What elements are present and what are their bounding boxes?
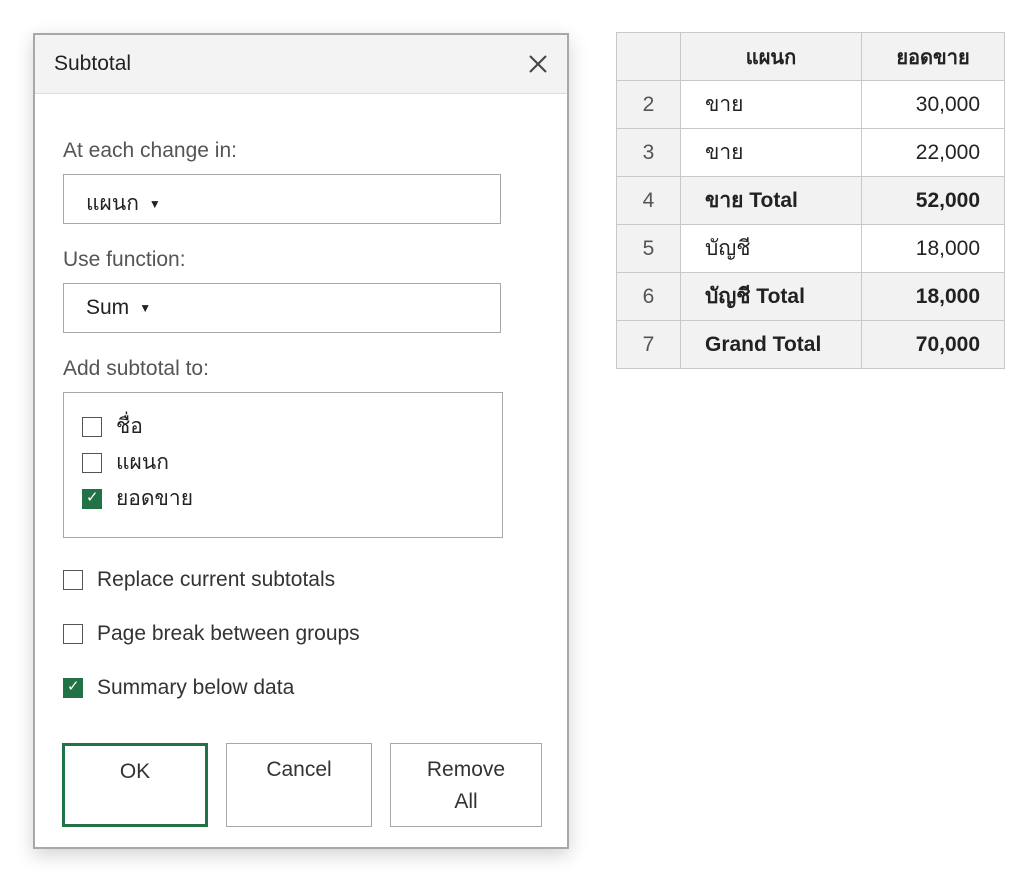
column-header-sales[interactable]: ยอดขาย bbox=[861, 32, 1005, 81]
ok-button[interactable]: OK bbox=[62, 743, 208, 827]
dialog-title: Subtotal bbox=[54, 52, 132, 75]
use-function-label: Use function: bbox=[63, 248, 186, 271]
dropdown-arrow-icon: ▼ bbox=[139, 301, 152, 315]
checkbox-label: Page break between groups bbox=[97, 622, 360, 645]
add-subtotal-item-sales[interactable]: ยอดขาย bbox=[82, 482, 193, 515]
checkbox-checked[interactable] bbox=[63, 677, 83, 698]
cancel-button[interactable]: Cancel bbox=[226, 743, 372, 827]
row-number[interactable]: 5 bbox=[616, 224, 681, 273]
checkbox-label: ชื่อ bbox=[116, 414, 143, 438]
replace-current-subtotals-option[interactable]: Replace current subtotals bbox=[63, 568, 335, 592]
table-row: 5 บัญชี 18,000 bbox=[616, 224, 1005, 273]
column-header-dept[interactable]: แผนก bbox=[680, 32, 862, 81]
spreadsheet-table: แผนก ยอดขาย 2 ขาย 30,000 3 ขาย 22,000 4 … bbox=[616, 32, 1005, 369]
close-icon[interactable] bbox=[523, 49, 553, 79]
at-each-change-value: แผนก bbox=[86, 191, 139, 215]
cancel-button-label: Cancel bbox=[266, 758, 332, 781]
at-each-change-dropdown[interactable]: แผนก ▼ bbox=[63, 174, 501, 224]
checkbox[interactable] bbox=[82, 416, 102, 437]
use-function-dropdown[interactable]: Sum ▼ bbox=[63, 283, 501, 333]
cell-sales[interactable]: 22,000 bbox=[861, 128, 1005, 177]
subtotal-dialog: Subtotal At each change in: แผนก ▼ Use fu… bbox=[33, 33, 569, 849]
cell-dept[interactable]: บัญชี Total bbox=[680, 272, 862, 321]
checkbox-label: ยอดขาย bbox=[116, 486, 194, 510]
add-subtotal-listbox[interactable]: ชื่อ แผนก ยอดขาย bbox=[63, 392, 503, 538]
header-row: แผนก ยอดขาย bbox=[616, 32, 1005, 81]
cell-dept[interactable]: ขาย bbox=[680, 128, 862, 177]
table-row-subtotal: 6 บัญชี Total 18,000 bbox=[616, 272, 1005, 321]
checkbox[interactable] bbox=[63, 570, 83, 590]
cell-dept[interactable]: Grand Total bbox=[680, 320, 862, 369]
add-subtotal-item-name[interactable]: ชื่อ bbox=[82, 410, 143, 443]
row-number[interactable]: 7 bbox=[616, 320, 681, 369]
table-row: 3 ขาย 22,000 bbox=[616, 128, 1005, 177]
table-row-subtotal: 4 ขาย Total 52,000 bbox=[616, 176, 1005, 225]
checkbox-checked[interactable] bbox=[82, 488, 102, 509]
ok-button-label: OK bbox=[119, 760, 151, 783]
dropdown-arrow-icon: ▼ bbox=[148, 197, 161, 211]
checkbox-label: แผนก bbox=[116, 450, 169, 474]
cell-sales[interactable]: 30,000 bbox=[861, 80, 1005, 129]
row-number[interactable]: 4 bbox=[616, 176, 681, 225]
checkbox-label: Replace current subtotals bbox=[97, 568, 336, 591]
row-number[interactable]: 6 bbox=[616, 272, 681, 321]
row-number[interactable]: 2 bbox=[616, 80, 681, 129]
row-number[interactable]: 3 bbox=[616, 128, 681, 177]
dialog-titlebar: Subtotal bbox=[35, 35, 567, 94]
checkbox-label: Summary below data bbox=[97, 676, 295, 699]
table-row-grand-total: 7 Grand Total 70,000 bbox=[616, 320, 1005, 369]
remove-all-label-line1: Remove bbox=[426, 758, 506, 781]
corner-cell[interactable] bbox=[616, 32, 681, 81]
cell-sales[interactable]: 18,000 bbox=[861, 272, 1005, 321]
cell-dept[interactable]: ขาย Total bbox=[680, 176, 862, 225]
cell-sales[interactable]: 18,000 bbox=[861, 224, 1005, 273]
summary-below-data-option[interactable]: Summary below data bbox=[63, 676, 294, 700]
use-function-value: Sum bbox=[86, 296, 130, 319]
cell-sales[interactable]: 52,000 bbox=[861, 176, 1005, 225]
remove-all-label-line2: All bbox=[454, 790, 478, 813]
table-row: 2 ขาย 30,000 bbox=[616, 80, 1005, 129]
page-break-option[interactable]: Page break between groups bbox=[63, 622, 360, 646]
remove-all-button[interactable]: Remove All bbox=[390, 743, 542, 827]
add-subtotal-label: Add subtotal to: bbox=[63, 357, 209, 380]
add-subtotal-item-dept[interactable]: แผนก bbox=[82, 446, 169, 479]
cell-sales[interactable]: 70,000 bbox=[861, 320, 1005, 369]
checkbox[interactable] bbox=[63, 624, 83, 644]
cell-dept[interactable]: ขาย bbox=[680, 80, 862, 129]
at-each-change-label: At each change in: bbox=[63, 139, 237, 162]
cell-dept[interactable]: บัญชี bbox=[680, 224, 862, 273]
checkbox[interactable] bbox=[82, 452, 102, 473]
